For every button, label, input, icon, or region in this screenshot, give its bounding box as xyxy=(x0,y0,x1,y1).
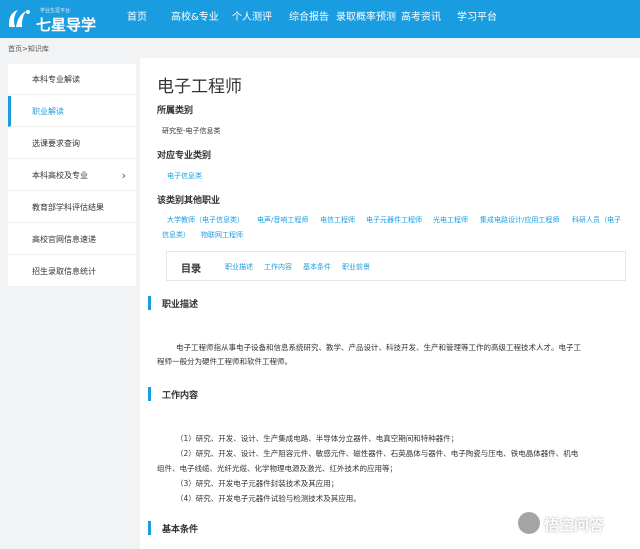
work-item-4: （4）研究、开发电子元器件试验与检测技术及其应用。 xyxy=(176,494,361,503)
job-link-optoelectronic-engineer[interactable]: 光电工程师 xyxy=(433,215,468,225)
toc-link-description[interactable]: 职业描述 xyxy=(225,262,253,272)
watermark-icon xyxy=(518,512,540,534)
section-title: 职业描述 xyxy=(162,300,199,310)
toc-link-basic-conditions[interactable]: 基本条件 xyxy=(303,262,331,272)
job-link-acoustic-engineer[interactable]: 电声/音响工程师 xyxy=(257,215,308,225)
major-link[interactable]: 电子信息类 xyxy=(167,171,202,181)
sidebar-item-career-interpretation[interactable]: 职业解读 xyxy=(8,96,136,127)
job-link-telecom-engineer[interactable]: 电信工程师 xyxy=(320,215,355,225)
section-title: 工作内容 xyxy=(162,391,199,401)
major-heading: 对应专业类别 xyxy=(157,151,212,161)
section-marker xyxy=(148,387,151,401)
toc-title: 目录 xyxy=(181,264,201,275)
sidebar-item-admission-statistics[interactable]: 招生录取信息统计 xyxy=(8,256,136,287)
nav-personal-assessment[interactable]: 个人测评 xyxy=(232,0,272,38)
nav-home[interactable]: 首页 xyxy=(127,0,147,38)
job-link-researcher[interactable]: 科研人员（电子 xyxy=(572,215,621,225)
nav-exam-news[interactable]: 高考资讯 xyxy=(401,0,441,38)
sidebar-item-label: 选课要求查询 xyxy=(32,139,80,148)
chevron-right-icon: › xyxy=(121,169,126,182)
sidebar-item-label: 招生录取信息统计 xyxy=(32,267,96,276)
nav-admission-prediction[interactable]: 录取概率预测 xyxy=(336,0,396,38)
job-link-ic-engineer[interactable]: 集成电路设计/应用工程师 xyxy=(480,215,559,225)
sidebar: 本科专业解读 职业解读 选课要求查询 本科高校及专业 › 教育部学科评估结果 高校… xyxy=(8,64,136,287)
toc-link-prospects[interactable]: 职业前景 xyxy=(342,262,370,272)
description-text: 电子工程师指从事电子设备和信息系统研究、教学、产品设计、科技开发、生产和管理等工… xyxy=(157,340,629,355)
top-nav-bar: 学业生涯平台 七星导学 首页 高校&专业 个人测评 综合报告 录取概率预测 高考… xyxy=(0,0,640,38)
sidebar-item-label: 教育部学科评估结果 xyxy=(32,203,104,212)
work-item-1: （1）研究、开发、设计、生产集成电路、半导体分立器件、电真空期间和特种器件； xyxy=(176,434,459,443)
job-link-researcher-cont[interactable]: 信息类） xyxy=(162,230,190,240)
logo-text: 七星导学 xyxy=(36,16,97,34)
job-link-university-teacher[interactable]: 大学教师（电子信息类） xyxy=(167,215,244,225)
toc-link-work-content[interactable]: 工作内容 xyxy=(264,262,292,272)
sidebar-item-discipline-evaluation[interactable]: 教育部学科评估结果 xyxy=(8,192,136,223)
sidebar-item-major-interpretation[interactable]: 本科专业解读 xyxy=(8,64,136,95)
sidebar-item-course-requirements[interactable]: 选课要求查询 xyxy=(8,128,136,159)
category-value: 研究型-电子信息类 xyxy=(162,127,221,135)
nav-colleges-majors[interactable]: 高校&专业 xyxy=(171,0,219,38)
description-line-2: 程师一般分为硬件工程师和软件工程师。 xyxy=(157,357,292,366)
work-item-2-cont: 组件、电子线缆、光纤光缆、化学物理电源及激光、红外技术的应用等； xyxy=(157,464,397,473)
watermark-text: 悟空问答 xyxy=(544,516,605,534)
sidebar-item-label: 高校官网信息速递 xyxy=(32,235,96,244)
sidebar-item-colleges-majors[interactable]: 本科高校及专业 › xyxy=(8,160,136,191)
other-jobs-heading: 该类别其他职业 xyxy=(157,196,221,206)
section-title: 基本条件 xyxy=(162,525,199,535)
page-title: 电子工程师 xyxy=(157,77,242,97)
site-logo[interactable]: 学业生涯平台 七星导学 xyxy=(6,4,106,34)
logo-slogan: 学业生涯平台 xyxy=(40,8,71,14)
nav-comprehensive-report[interactable]: 综合报告 xyxy=(289,0,329,38)
work-item-2: （2）研究、开发、设计、生产阻容元件、敏感元件、磁性器件、石英晶体与器件、电子陶… xyxy=(176,449,579,458)
main-content: 电子工程师 所属类别 研究型-电子信息类 对应专业类别 电子信息类 该类别其他职… xyxy=(140,58,640,549)
description-line-1: 电子工程师指从事电子设备和信息系统研究、教学、产品设计、科技开发、生产和管理等工… xyxy=(176,343,581,352)
work-item-3: （3）研究、开发电子元器件封装技术及其应用； xyxy=(176,479,339,488)
job-link-component-engineer[interactable]: 电子元器件工程师 xyxy=(366,215,422,225)
section-marker xyxy=(148,296,151,310)
table-of-contents: 目录 职业描述 工作内容 基本条件 职业前景 xyxy=(166,251,626,281)
sidebar-item-label: 本科专业解读 xyxy=(32,75,80,84)
sidebar-item-label: 职业解读 xyxy=(32,107,64,116)
section-marker xyxy=(148,521,151,535)
sidebar-item-label: 本科高校及专业 xyxy=(32,171,88,180)
breadcrumb[interactable]: 首页>知识库 xyxy=(8,44,49,54)
logo-icon xyxy=(8,10,30,27)
job-link-iot-engineer[interactable]: 物联网工程师 xyxy=(201,230,243,240)
nav-study-platform[interactable]: 学习平台 xyxy=(457,0,497,38)
category-heading: 所属类别 xyxy=(157,106,194,116)
sidebar-item-official-site-news[interactable]: 高校官网信息速递 xyxy=(8,224,136,255)
